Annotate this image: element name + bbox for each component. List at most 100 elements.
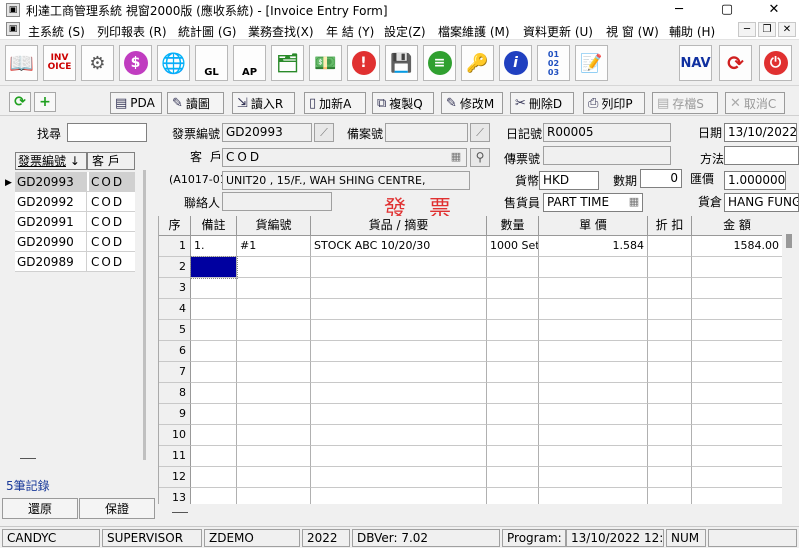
money-icon[interactable]: $ (119, 45, 152, 81)
cell-item-code[interactable] (237, 446, 311, 467)
cell-amount[interactable] (692, 404, 782, 425)
cell-description[interactable] (311, 404, 487, 425)
cell-unit-price[interactable] (539, 278, 648, 299)
add-small-icon[interactable]: + (34, 92, 56, 112)
import-button[interactable]: ⇲ 讀入R (232, 92, 295, 114)
cell-unit-price[interactable] (539, 299, 648, 320)
cell-item-code[interactable] (237, 467, 311, 488)
cell-unit-price[interactable]: 1.584 (539, 236, 648, 257)
maximize-button[interactable]: ▢ (707, 0, 747, 20)
menu-business-search[interactable]: 業務查找(X) (248, 23, 314, 40)
log-no-field[interactable]: R00005 (543, 123, 671, 142)
cell-amount[interactable] (692, 446, 782, 467)
menu-print-reports[interactable]: 列印報表 (R) (97, 23, 167, 40)
key-icon[interactable]: 🔑 (461, 45, 494, 81)
cell-qty[interactable] (487, 299, 539, 320)
gl-icon[interactable]: GL (195, 45, 228, 81)
power-icon[interactable]: ⏻ (759, 45, 792, 81)
cell-discount[interactable] (648, 278, 692, 299)
cell-item-code[interactable] (237, 488, 311, 504)
copy-button[interactable]: ⧉ 複製Q (372, 92, 434, 114)
method-field[interactable] (724, 146, 799, 165)
cell-amount[interactable]: 1584.00 (692, 236, 782, 257)
cell-discount[interactable] (648, 299, 692, 320)
col-header-unit-price[interactable]: 單 價 (539, 216, 648, 236)
read-image-button[interactable]: ✎ 讀圖 (167, 92, 224, 114)
cell-item-code[interactable] (237, 299, 311, 320)
cell-remark[interactable] (191, 383, 237, 404)
mdi-restore-button[interactable]: ❐ (758, 22, 776, 37)
col-header-amount[interactable]: 金 額 (692, 216, 782, 236)
cell-item-code[interactable] (237, 404, 311, 425)
cell-amount[interactable] (692, 488, 782, 504)
menu-settings[interactable]: 設定(Z) (384, 23, 426, 40)
cell-remark[interactable] (191, 341, 237, 362)
cell-description[interactable] (311, 320, 487, 341)
col-header-seq[interactable]: 序 (159, 216, 191, 236)
cell-discount[interactable] (648, 320, 692, 341)
cell-remark[interactable] (191, 320, 237, 341)
cell-qty[interactable] (487, 320, 539, 341)
col-header-item-code[interactable]: 貨編號 (237, 216, 311, 236)
cell-unit-price[interactable] (539, 320, 648, 341)
minimize-button[interactable]: ─ (659, 0, 699, 20)
cell-qty[interactable] (487, 362, 539, 383)
cell-item-code[interactable]: #1 (237, 236, 311, 257)
edit-button[interactable]: ✎ 修改M (441, 92, 503, 114)
cell-remark[interactable] (191, 446, 237, 467)
menu-window[interactable]: 視 窗 (W) (606, 23, 659, 40)
cell-remark[interactable] (191, 467, 237, 488)
refresh-icon[interactable]: ⟳ (719, 45, 752, 81)
cell-description[interactable] (311, 446, 487, 467)
terms-field[interactable]: 0 (640, 169, 682, 188)
menu-main-system[interactable]: 主系統 (S) (28, 23, 85, 40)
cell-unit-price[interactable] (539, 425, 648, 446)
cell-unit-price[interactable] (539, 257, 648, 278)
cell-amount[interactable] (692, 299, 782, 320)
list-item[interactable]: GD20991 COD (15, 212, 135, 232)
cell-description[interactable] (311, 341, 487, 362)
lookup-icon[interactable]: ▦ (448, 150, 464, 165)
delete-button[interactable]: ✂ 刪除D (510, 92, 574, 114)
cell-item-code[interactable] (237, 341, 311, 362)
cell-discount[interactable] (648, 446, 692, 467)
cell-description[interactable] (311, 278, 487, 299)
cell-discount[interactable] (648, 341, 692, 362)
mdi-minimize-button[interactable]: ─ (738, 22, 756, 37)
cell-unit-price[interactable] (539, 467, 648, 488)
notepad-icon[interactable]: 📝 (575, 45, 608, 81)
cell-remark[interactable] (191, 278, 237, 299)
cell-discount[interactable] (648, 404, 692, 425)
cell-qty[interactable] (487, 383, 539, 404)
cell-item-code[interactable] (237, 362, 311, 383)
menu-file-maintenance[interactable]: 檔案維護 (M) (438, 23, 510, 40)
cancel-button[interactable]: ✕ 取消C (725, 92, 785, 114)
info-icon[interactable]: i (499, 45, 532, 81)
cell-qty[interactable] (487, 257, 539, 278)
cell-amount[interactable] (692, 383, 782, 404)
cell-description[interactable]: STOCK ABC 10/20/30 (311, 236, 487, 257)
col-header-discount[interactable]: 折 扣 (648, 216, 692, 236)
cell-unit-price[interactable] (539, 446, 648, 467)
cash-icon[interactable]: 💵 (309, 45, 342, 81)
memo-no-field[interactable] (385, 123, 468, 142)
cell-amount[interactable] (692, 341, 782, 362)
cell-discount[interactable] (648, 257, 692, 278)
cell-amount[interactable] (692, 362, 782, 383)
cards-icon[interactable]: 🗂 (271, 45, 304, 81)
globe-icon[interactable]: 🌐 (157, 45, 190, 81)
restore-button[interactable]: 還原 (2, 498, 78, 519)
currency-field[interactable]: HKD (539, 171, 599, 190)
cell-qty[interactable] (487, 341, 539, 362)
list-scrollbar[interactable] (143, 170, 146, 460)
lookup-icon[interactable]: ▦ (626, 195, 642, 210)
col-header-invoice-no[interactable]: 發票編號 ↓ (15, 152, 87, 170)
col-header-description[interactable]: 貨品 / 摘要 (311, 216, 487, 236)
customer-field[interactable]: COD (222, 148, 467, 167)
nav-icon[interactable]: NAV (679, 45, 712, 81)
mdi-child-icon[interactable]: ▣ (6, 22, 20, 36)
search-input[interactable] (67, 123, 147, 142)
cell-amount[interactable] (692, 257, 782, 278)
cell-unit-price[interactable] (539, 341, 648, 362)
cell-unit-price[interactable] (539, 383, 648, 404)
